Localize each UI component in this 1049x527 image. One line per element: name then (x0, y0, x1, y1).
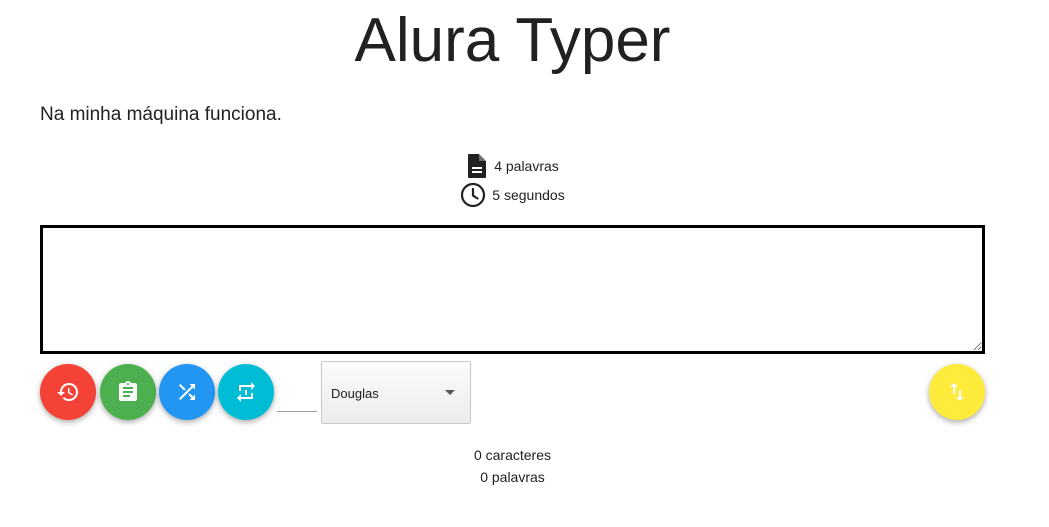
time-label: 5 segundos (492, 186, 565, 203)
document-icon (468, 153, 487, 178)
assignment-icon (119, 381, 137, 401)
time-info: 5 segundos (0, 180, 1025, 209)
character-counter: 0 caracteres (473, 447, 552, 463)
word-counter: 0 palavras (480, 469, 545, 485)
sync-button[interactable] (218, 364, 274, 420)
phrase-text: Na minha máquina funciona. (40, 104, 282, 125)
page: Alura Typer Na minha máquina funciona. 4… (0, 0, 1049, 527)
swap-icon (237, 382, 255, 402)
typing-counters: 0 caracteres 0 palavras (0, 444, 1025, 488)
swap-vert-icon (950, 383, 964, 401)
time-input[interactable] (277, 411, 317, 412)
clock-icon (461, 182, 486, 207)
user-select[interactable]: Douglas (321, 361, 471, 424)
restart-button[interactable] (40, 364, 96, 420)
restore-icon (57, 383, 78, 401)
phrase-info: 4 palavras 5 segundos (0, 151, 1025, 209)
user-select-value: Douglas (331, 386, 379, 401)
page-title: Alura Typer (354, 6, 671, 75)
sort-button[interactable] (929, 364, 985, 420)
shuffle-button[interactable] (159, 364, 215, 420)
word-count-info: 4 palavras (0, 151, 1025, 180)
scoreboard-button[interactable] (100, 364, 156, 420)
typing-field[interactable] (40, 225, 985, 354)
word-count-label: 4 palavras (494, 157, 559, 174)
chevron-down-icon (445, 390, 455, 395)
shuffle-icon (179, 384, 195, 400)
